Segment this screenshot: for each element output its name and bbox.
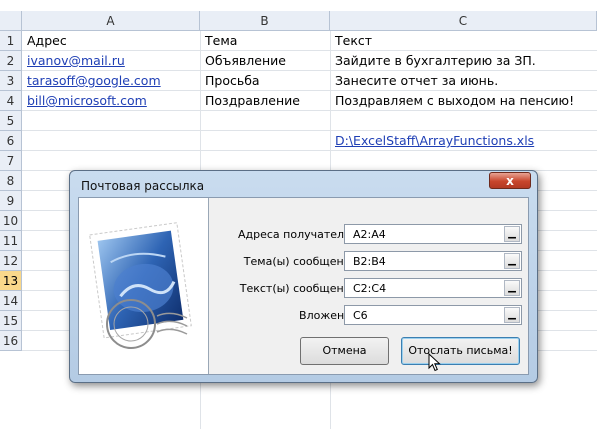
collapse-dialog-button[interactable]: ▁ xyxy=(504,280,520,296)
send-emails-button[interactable]: Отослать письма! xyxy=(401,337,520,365)
subject-input[interactable]: B2:B4 ▁ xyxy=(344,251,522,271)
column-header-b[interactable]: B xyxy=(200,11,330,31)
row-header-11[interactable]: 11 xyxy=(0,231,22,251)
cancel-button[interactable]: Отмена xyxy=(300,337,389,365)
column-header-a[interactable]: A xyxy=(22,11,200,31)
row-header-13[interactable]: 13 xyxy=(0,271,22,291)
row-header-14[interactable]: 14 xyxy=(0,291,22,311)
message-text-value: C2:C4 xyxy=(353,282,387,295)
mouse-cursor-icon xyxy=(428,353,441,372)
row-header-12[interactable]: 12 xyxy=(0,251,22,271)
subject-value: B2:B4 xyxy=(353,255,386,268)
cell-a4[interactable]: bill@microsoft.com xyxy=(22,91,147,111)
attachments-label: Вложения xyxy=(299,309,358,322)
row-header-10[interactable]: 10 xyxy=(0,211,22,231)
cell-c6[interactable]: D:\ExcelStaff\ArrayFunctions.xls xyxy=(330,131,534,151)
cell-c4[interactable]: Поздравляем с выходом на пенсию! xyxy=(330,91,574,111)
cell-a2[interactable]: ivanov@mail.ru xyxy=(22,51,125,71)
cell-b3[interactable]: Просьба xyxy=(200,71,260,91)
message-text-input[interactable]: C2:C4 ▁ xyxy=(344,278,522,298)
row-header-16[interactable]: 16 xyxy=(0,331,22,351)
cell-c2[interactable]: Зайдите в бухгалтерию за ЗП. xyxy=(330,51,536,71)
dialog-title: Почтовая рассылка xyxy=(81,179,205,193)
collapse-dialog-button[interactable]: ▁ xyxy=(504,307,520,323)
row-header-8[interactable]: 8 xyxy=(0,171,22,191)
dialog-body: Адреса получателей A2:A4 ▁ Тема(ы) сообщ… xyxy=(78,197,529,375)
row-header-6[interactable]: 6 xyxy=(0,131,22,151)
collapse-dialog-button[interactable]: ▁ xyxy=(504,253,520,269)
subject-label: Тема(ы) сообщений xyxy=(243,255,358,268)
close-button[interactable]: x xyxy=(489,172,531,189)
row-header-1[interactable]: 1 xyxy=(0,31,22,51)
row-header-9[interactable]: 9 xyxy=(0,191,22,211)
row-header-2[interactable]: 2 xyxy=(0,51,22,71)
attachments-value: C6 xyxy=(353,309,368,322)
image-panel xyxy=(79,198,209,374)
attachments-input[interactable]: C6 ▁ xyxy=(344,305,522,325)
message-text-label: Текст(ы) сообщений xyxy=(239,282,358,295)
column-header-c[interactable]: C xyxy=(330,11,597,31)
postage-stamp-icon xyxy=(89,222,192,349)
cell-b2[interactable]: Объявление xyxy=(200,51,286,71)
row-header-3[interactable]: 3 xyxy=(0,71,22,91)
collapse-dialog-button[interactable]: ▁ xyxy=(504,226,520,242)
recipients-label: Адреса получателей xyxy=(238,228,358,241)
select-all-corner[interactable] xyxy=(0,11,22,31)
cell-a3[interactable]: tarasoff@google.com xyxy=(22,71,161,91)
recipients-value: A2:A4 xyxy=(353,228,386,241)
cell-c3[interactable]: Занесите отчет за июнь. xyxy=(330,71,498,91)
cell-c1[interactable]: Текст xyxy=(330,31,372,51)
row-header-4[interactable]: 4 xyxy=(0,91,22,111)
row-header-15[interactable]: 15 xyxy=(0,311,22,331)
row-header-5[interactable]: 5 xyxy=(0,111,22,131)
cell-b1[interactable]: Тема xyxy=(200,31,237,51)
row-header-7[interactable]: 7 xyxy=(0,151,22,171)
cell-a1[interactable]: Адрес xyxy=(22,31,67,51)
cell-b4[interactable]: Поздравление xyxy=(200,91,300,111)
mail-merge-dialog: Почтовая рассылка x Адреса получателей A… xyxy=(69,170,538,383)
recipients-input[interactable]: A2:A4 ▁ xyxy=(344,224,522,244)
